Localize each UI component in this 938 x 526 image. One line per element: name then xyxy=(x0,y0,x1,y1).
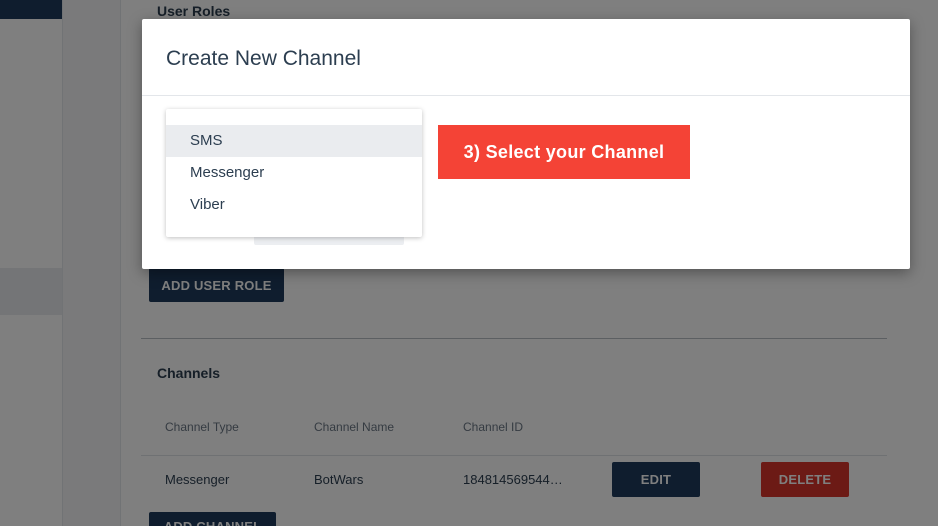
dropdown-option-messenger[interactable]: Messenger xyxy=(166,157,422,189)
tutorial-callout: 3) Select your Channel xyxy=(438,125,690,179)
channel-type-dropdown-menu: SMS Messenger Viber xyxy=(166,109,422,237)
dropdown-option-viber[interactable]: Viber xyxy=(166,189,422,221)
create-channel-dialog: Create New Channel SMS Messenger Viber 3… xyxy=(142,19,910,269)
dialog-header-divider xyxy=(142,95,910,96)
dialog-title: Create New Channel xyxy=(166,47,361,70)
dropdown-option-sms[interactable]: SMS xyxy=(166,125,422,157)
